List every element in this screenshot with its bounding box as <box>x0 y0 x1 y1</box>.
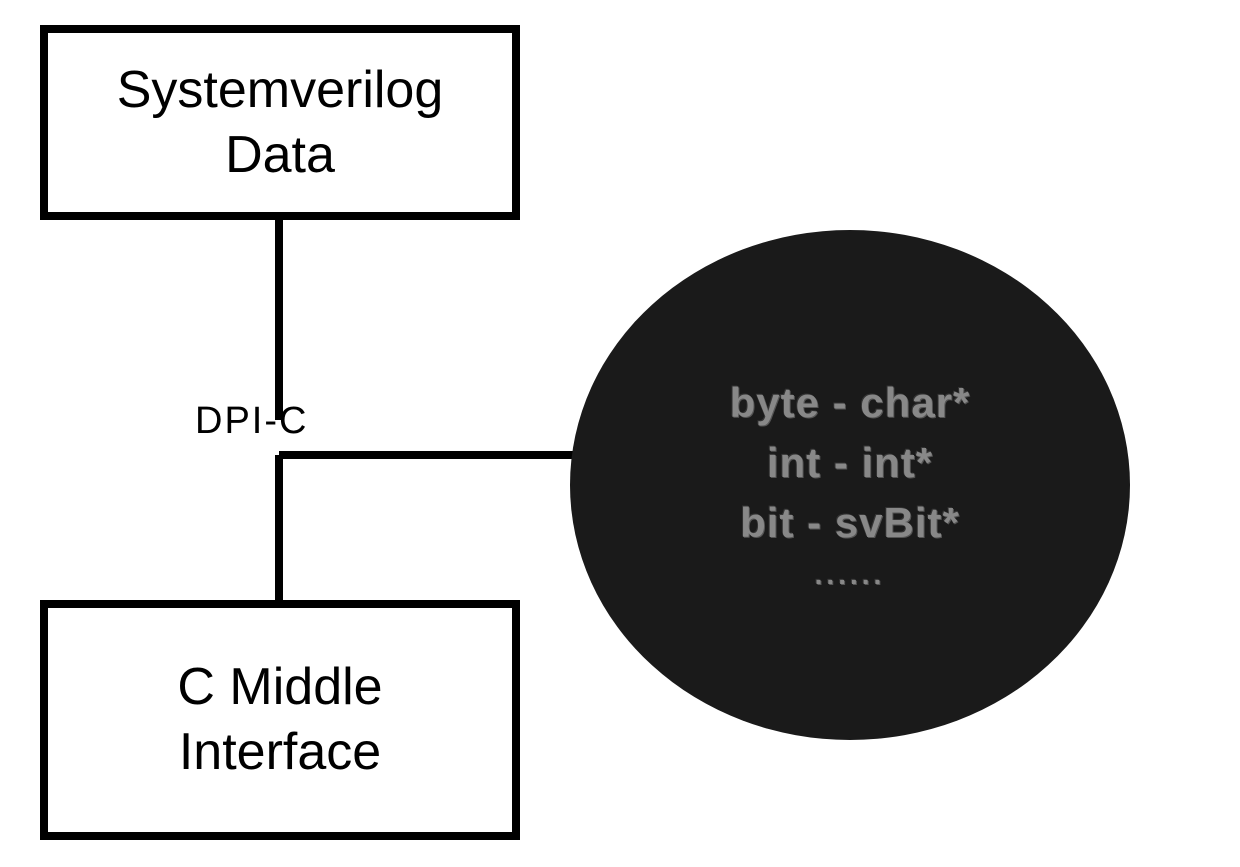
type-mapping-circle: byte - char* int - int* bit - svBit* ...… <box>570 230 1130 740</box>
c-middle-interface-box: C Middle Interface <box>40 600 520 840</box>
dpi-c-label: DPI-C <box>195 400 308 443</box>
mapping-line4: ...... <box>815 559 886 591</box>
mapping-line3: bit - svBit* <box>740 499 960 547</box>
mapping-line1: byte - char* <box>730 379 971 427</box>
connector-line-upper <box>275 220 283 420</box>
connector-line-horizontal <box>279 451 614 459</box>
box-bottom-line2: Interface <box>179 723 381 781</box>
box-top-line1: Systemverilog <box>117 61 444 119</box>
box-top-text: Systemverilog Data <box>117 58 444 188</box>
mapping-line2: int - int* <box>767 439 933 487</box>
box-bottom-text: C Middle Interface <box>177 655 382 785</box>
box-top-line2: Data <box>225 126 335 184</box>
systemverilog-data-box: Systemverilog Data <box>40 25 520 220</box>
diagram-container: Systemverilog Data DPI-C C Middle Interf… <box>0 0 1240 867</box>
connector-line-lower <box>275 455 283 605</box>
box-bottom-line1: C Middle <box>177 658 382 716</box>
